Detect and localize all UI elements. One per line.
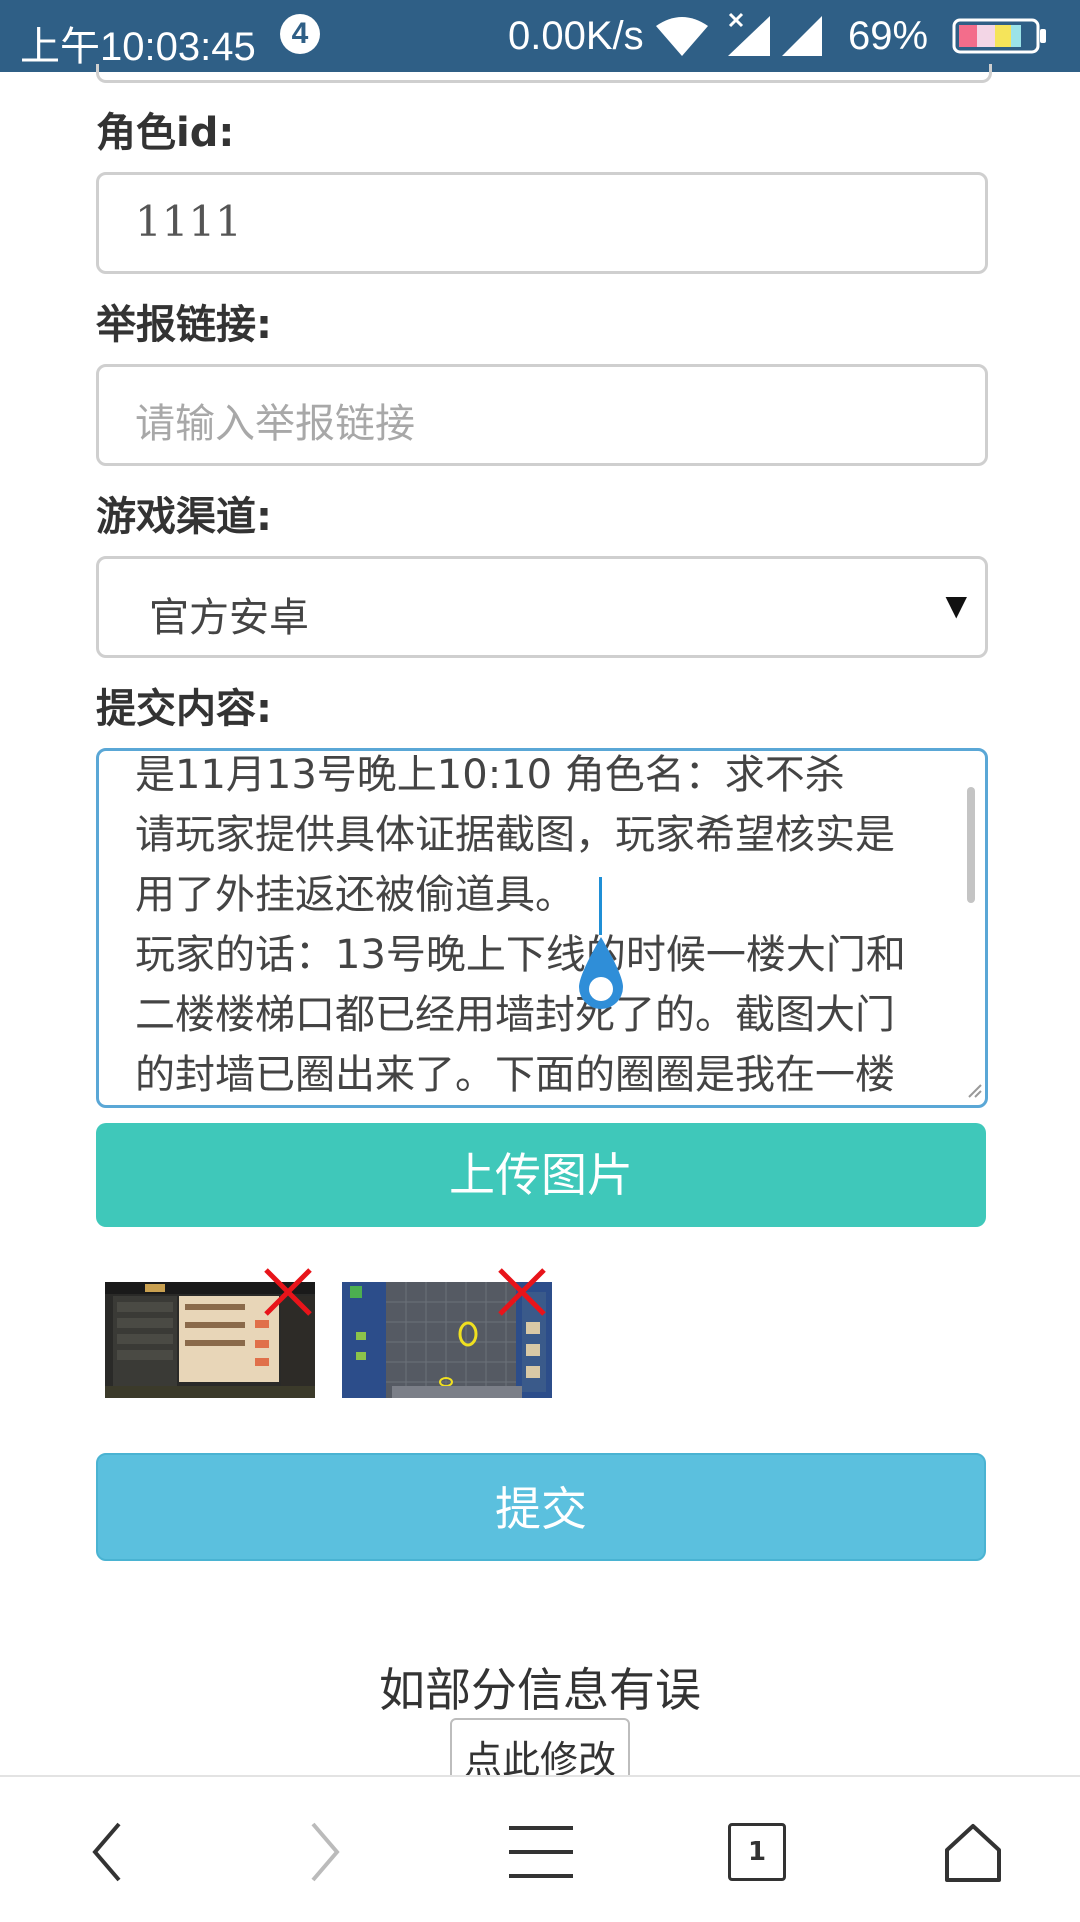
role-id-input[interactable]: 1111 — [96, 172, 988, 274]
network-speed: 0.00K/s — [508, 14, 644, 58]
report-link-input[interactable]: 请输入举报链接 — [96, 364, 988, 466]
dropdown-arrow-icon: ▼ — [945, 589, 967, 622]
delete-image-1-icon[interactable] — [262, 1266, 314, 1322]
content-line: 用了外挂返还被偷道具。 — [135, 872, 575, 918]
browser-bottom-nav: 1 — [0, 1775, 1080, 1922]
notification-badge: 4 — [280, 14, 320, 54]
back-icon[interactable] — [62, 1807, 152, 1897]
report-link-placeholder: 请输入举报链接 — [135, 401, 415, 447]
content-text: 是11月13号晚上10:10 角色名：求不杀请玩家提供具体证据截图，玩家希望核实… — [135, 751, 965, 1105]
report-link-label: 举报链接: — [96, 302, 272, 348]
cursor-handle-icon[interactable] — [569, 935, 633, 1019]
content-textarea[interactable]: 是11月13号晚上10:10 角色名：求不杀请玩家提供具体证据截图，玩家希望核实… — [96, 748, 988, 1108]
wifi-icon — [654, 14, 710, 68]
content-line: 玩家的话：13号晚上下线的时候一楼大门和 — [135, 932, 906, 978]
upload-image-button[interactable]: 上传图片 — [96, 1123, 986, 1227]
channel-select[interactable]: 官方安卓 ▼ — [96, 556, 988, 658]
previous-field-edge — [96, 64, 992, 83]
channel-label: 游戏渠道: — [96, 494, 272, 540]
forward-icon[interactable] — [280, 1807, 370, 1897]
resize-grip-icon[interactable] — [967, 1083, 983, 1103]
textarea-scrollbar[interactable] — [967, 787, 975, 903]
content-line: 请玩家提供具体证据截图，玩家希望核实是 — [135, 812, 895, 858]
content-line: 是11月13号晚上10:10 角色名：求不杀 — [135, 752, 845, 798]
notice-text: 如部分信息有误 — [379, 1663, 701, 1717]
role-id-label: 角色id: — [96, 110, 235, 156]
submit-button[interactable]: 提交 — [96, 1453, 986, 1561]
delete-image-2-icon[interactable] — [496, 1266, 548, 1322]
channel-selected-value: 官方安卓 — [149, 595, 309, 641]
signal-no-sim-icon — [724, 12, 774, 68]
status-bar: 上午10:03:45 4 0.00K/s 69% — [0, 0, 1080, 72]
battery-percent: 69% — [848, 14, 929, 58]
battery-icon — [952, 18, 1048, 64]
signal-icon — [780, 14, 826, 68]
menu-icon[interactable] — [496, 1807, 586, 1897]
content-label: 提交内容: — [96, 686, 272, 732]
text-cursor — [599, 877, 602, 935]
tabs-icon[interactable]: 1 — [712, 1807, 802, 1897]
content-line: 二楼楼梯口都已经用墙封死了的。截图大门 — [135, 992, 895, 1038]
home-icon[interactable] — [928, 1807, 1018, 1897]
content-line: 的封墙已圈出来了。下面的圈圈是我在一楼 — [135, 1052, 895, 1098]
tab-count: 1 — [747, 1837, 767, 1867]
role-id-value: 1111 — [135, 197, 242, 246]
